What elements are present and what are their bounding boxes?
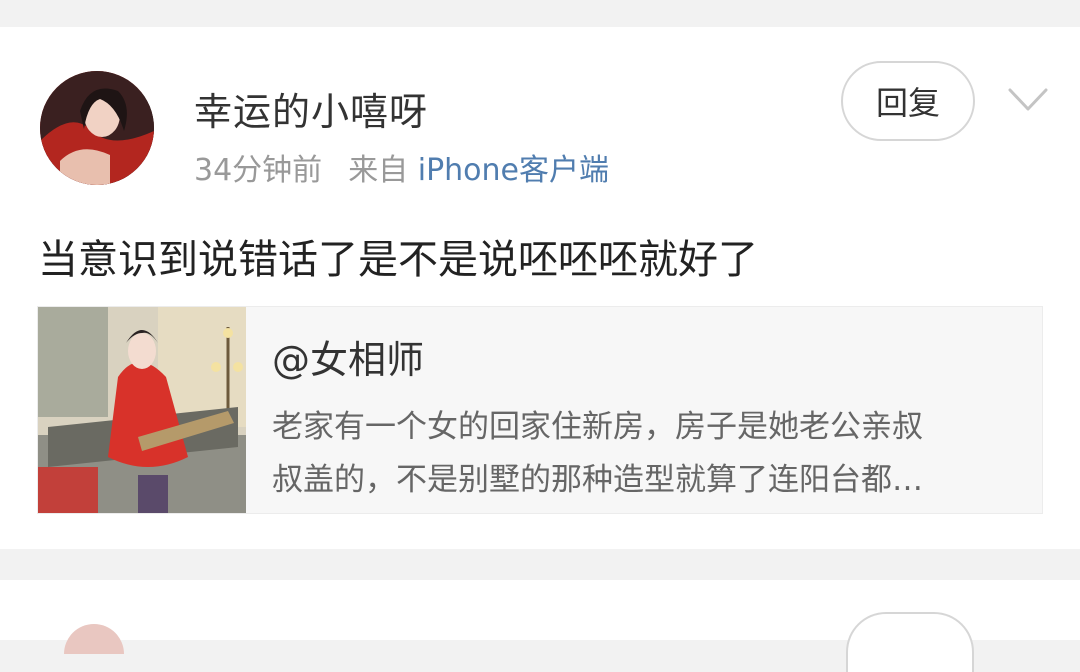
post-content: 当意识到说错话了是不是说呸呸呸就好了: [38, 237, 758, 283]
repost-excerpt: 老家有一个女的回家住新房，房子是她老公亲叔 叔盖的，不是别墅的那种造型就算了连阳…: [272, 401, 1028, 507]
repost-author[interactable]: @女相师: [272, 329, 424, 384]
reply-button[interactable]: 回复: [841, 61, 975, 141]
comment-card: 幸运的小嘻呀 34分钟前 来自 iPhone客户端 回复 当意识到说错话了是不是说…: [0, 27, 1080, 549]
next-comment-card: [0, 580, 1080, 672]
reply-button[interactable]: [846, 612, 974, 672]
repost-thumbnail: [38, 307, 246, 513]
post-time: 34分钟前: [194, 153, 323, 188]
repost-excerpt-line: 叔盖的，不是别墅的那种造型就算了连阳台都…: [272, 462, 923, 498]
repost-excerpt-line: 老家有一个女的回家住新房，房子是她老公亲叔: [272, 409, 923, 445]
chevron-down-icon[interactable]: [1008, 87, 1048, 113]
source-client-link[interactable]: iPhone客户端: [418, 153, 609, 188]
repost-card[interactable]: @女相师 老家有一个女的回家住新房，房子是她老公亲叔 叔盖的，不是别墅的那种造型…: [37, 306, 1043, 514]
post-meta: 34分钟前 来自 iPhone客户端: [194, 145, 609, 189]
avatar-portrait: [40, 71, 154, 185]
user-avatar[interactable]: [64, 624, 124, 654]
painting-image: [38, 307, 246, 513]
source-label: 来自: [348, 153, 409, 188]
username[interactable]: 幸运的小嘻呀: [194, 81, 428, 136]
user-avatar[interactable]: [40, 71, 154, 185]
